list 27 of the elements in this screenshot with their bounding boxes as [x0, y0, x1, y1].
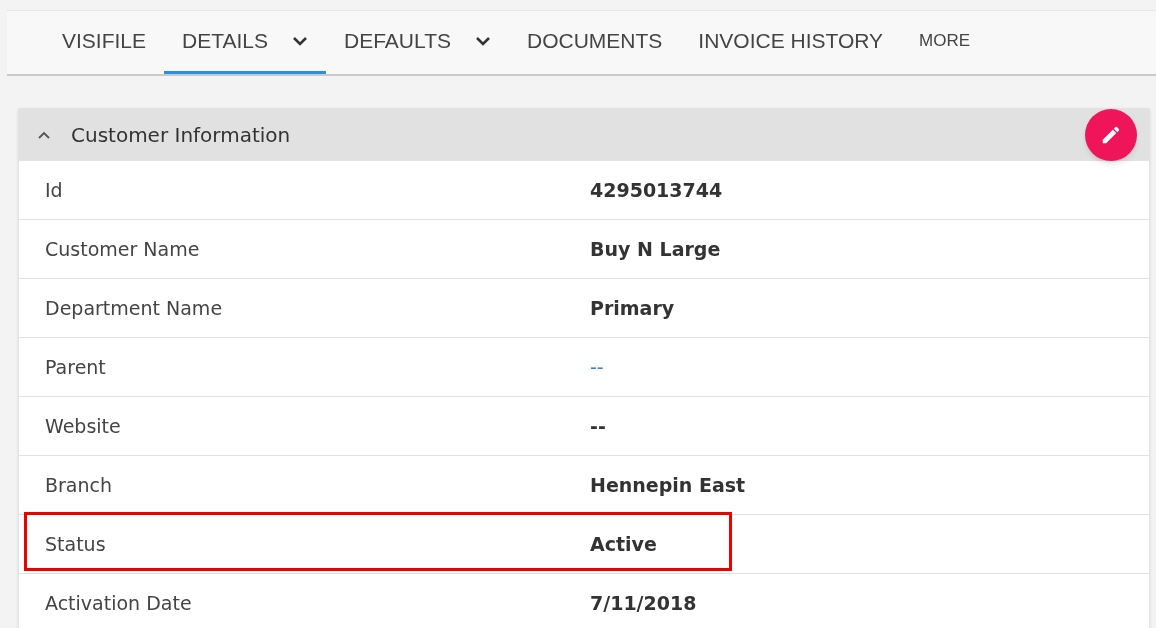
field-label: Website: [45, 413, 122, 439]
tab[interactable]: DEFAULTS: [326, 11, 509, 74]
field-label: Activation Date: [45, 590, 193, 616]
field-label: Department Name: [45, 295, 224, 321]
field-value[interactable]: --: [590, 352, 604, 382]
field-value: Hennepin East: [590, 472, 746, 498]
field-value: Buy N Large: [590, 236, 721, 262]
field-value: --: [590, 413, 606, 439]
panel-title: Customer Information: [71, 122, 291, 149]
field-value: Active: [590, 531, 657, 557]
tab[interactable]: VISIFILE: [44, 11, 165, 74]
field-value: Primary: [590, 295, 675, 321]
field-value: 4295013744: [590, 177, 723, 203]
panel-header[interactable]: Customer Information: [19, 109, 1149, 161]
tab[interactable]: INVOICE HISTORY: [680, 11, 902, 74]
tab[interactable]: DETAILS: [164, 11, 326, 74]
chevron-down-icon: [474, 36, 491, 46]
tab[interactable]: MORE: [901, 11, 989, 74]
field-label: Status: [45, 531, 107, 557]
field-label: Id: [45, 177, 64, 203]
tab[interactable]: DOCUMENTS: [508, 11, 681, 74]
pencil-icon: [1100, 124, 1122, 146]
chevron-down-icon: [292, 36, 308, 46]
field-label: Parent: [45, 354, 107, 380]
field-value: 7/11/2018: [590, 590, 697, 616]
field-label: Customer Name: [45, 236, 201, 262]
field-label: Branch: [45, 472, 114, 498]
